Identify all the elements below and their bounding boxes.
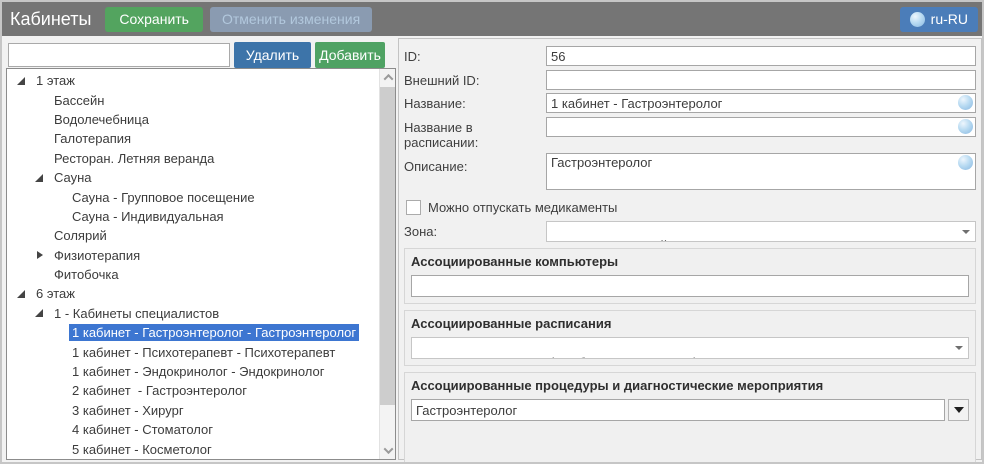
scroll-up-icon[interactable] xyxy=(380,69,396,86)
name-field[interactable] xyxy=(546,93,976,113)
save-button[interactable]: Сохранить xyxy=(105,7,203,32)
scrollbar-thumb[interactable] xyxy=(380,87,396,405)
dispense-meds-checkbox[interactable] xyxy=(406,200,421,215)
tree-item[interactable]: 3 кабинет - Хирург xyxy=(7,401,378,420)
tree-item-label: 3 кабинет - Хирург xyxy=(69,402,187,419)
tree-item-label: 4 кабинет - Стоматолог xyxy=(69,421,216,438)
tree-item[interactable]: Галотерапия xyxy=(7,129,378,148)
procedures-section: Ассоциированные процедуры и диагностичес… xyxy=(404,372,976,464)
tree-item-label: Ресторан. Летняя веранда xyxy=(51,150,217,167)
schedule-name-field[interactable] xyxy=(546,117,976,137)
tree-item[interactable]: 1 кабинет - Психотерапевт - Психотерапев… xyxy=(7,342,378,361)
schedules-value: Гастроэнтеролог (1 кабинет специалиста) xyxy=(445,355,698,359)
room-details-form: ID: Внешний ID: Название: Название в рас… xyxy=(398,38,982,460)
tree-item[interactable]: Сауна - Групповое посещение xyxy=(7,187,378,206)
procedures-section-title: Ассоциированные процедуры и диагностичес… xyxy=(411,378,969,393)
chevron-down-icon xyxy=(955,346,963,350)
cabinets-app: Кабинеты Сохранить Отменить изменения ru… xyxy=(0,0,984,464)
id-field[interactable] xyxy=(546,46,976,66)
external-id-label: Внешний ID: xyxy=(404,70,546,88)
tree-item-label: 2 кабинет - Гастроэнтеролог xyxy=(69,382,250,399)
dispense-meds-label: Можно отпускать медикаменты xyxy=(428,200,617,215)
scroll-down-icon[interactable] xyxy=(380,442,396,459)
translate-globe-icon[interactable] xyxy=(958,155,973,170)
schedules-section-title: Ассоциированные расписания xyxy=(411,316,969,331)
tree-item[interactable]: 1 этаж xyxy=(7,71,378,90)
procedures-field[interactable] xyxy=(411,399,945,421)
tree-item-label: 1 этаж xyxy=(33,72,78,89)
tree-item[interactable]: Водолечебница xyxy=(7,110,378,129)
tree-item[interactable]: 6 этаж xyxy=(7,284,378,303)
tree-item[interactable]: Физиотерапия xyxy=(7,246,378,265)
tree-expander-icon[interactable] xyxy=(15,77,33,85)
tree-item-label: Фитобочка xyxy=(51,266,122,283)
computers-field[interactable] xyxy=(411,275,969,297)
tree-expander-icon[interactable] xyxy=(15,290,33,298)
tree-item-label: Физиотерапия xyxy=(51,247,143,264)
computers-section-title: Ассоциированные компьютеры xyxy=(411,254,969,269)
external-id-field[interactable] xyxy=(546,70,976,90)
cancel-changes-button[interactable]: Отменить изменения xyxy=(210,7,372,32)
tree-item-label: Сауна - Групповое посещение xyxy=(69,189,258,206)
search-input[interactable] xyxy=(8,43,230,67)
translate-globe-icon[interactable] xyxy=(958,95,973,110)
translate-globe-icon[interactable] xyxy=(958,119,973,134)
tree-item[interactable]: Ресторан. Летняя веранда xyxy=(7,149,378,168)
description-field[interactable]: Гастроэнтеролог xyxy=(546,153,976,190)
tree-item-label: Бассейн xyxy=(51,92,107,109)
rooms-tree: 1 этаж Бассейн Водолечебница Галотерапия… xyxy=(7,71,378,459)
page-title: Кабинеты xyxy=(10,9,91,30)
locale-label: ru-RU xyxy=(931,11,968,27)
tree-item-label: 1 кабинет - Психотерапевт - Психотерапев… xyxy=(69,344,338,361)
delete-button[interactable]: Удалить xyxy=(234,42,311,68)
tree-item-label: Водолечебница xyxy=(51,111,152,128)
name-label: Название: xyxy=(404,93,546,111)
zone-value: центральный корпус xyxy=(587,238,715,242)
schedule-name-label: Название в расписании: xyxy=(404,117,546,150)
tree-item-label: 6 этаж xyxy=(33,285,78,302)
tree-item[interactable]: 1 кабинет - Эндокринолог - Эндокринолог xyxy=(7,362,378,381)
tree-item[interactable]: 1 - Кабинеты специалистов xyxy=(7,304,378,323)
tree-expander-icon[interactable] xyxy=(33,309,51,317)
chevron-down-icon xyxy=(962,230,970,234)
tree-item-label: 1 кабинет - Эндокринолог - Эндокринолог xyxy=(69,363,327,380)
zone-dropdown[interactable]: центральный корпус xyxy=(546,221,976,242)
rooms-tree-panel: 1 этаж Бассейн Водолечебница Галотерапия… xyxy=(6,68,396,460)
tree-item-label: Галотерапия xyxy=(51,130,134,147)
computers-section: Ассоциированные компьютеры xyxy=(404,248,976,304)
tree-item-label: 1 кабинет - Гастроэнтеролог - Гастроэнте… xyxy=(69,324,359,341)
tree-item[interactable]: Сауна - Индивидуальная xyxy=(7,207,378,226)
tree-expander-icon[interactable] xyxy=(33,174,51,182)
tree-item-label: 1 - Кабинеты специалистов xyxy=(51,305,222,322)
zone-label: Зона: xyxy=(404,221,546,239)
tree-toolbar: Удалить Добавить xyxy=(8,42,396,68)
tree-item[interactable]: 4 кабинет - Стоматолог xyxy=(7,420,378,439)
tree-item-label: Сауна xyxy=(51,169,95,186)
schedules-section: Ассоциированные расписания Гастроэнтерол… xyxy=(404,310,976,366)
tree-scrollbar[interactable] xyxy=(379,69,395,459)
add-button[interactable]: Добавить xyxy=(315,42,385,68)
globe-icon xyxy=(910,12,925,27)
tree-expander-icon[interactable] xyxy=(33,251,51,259)
tree-item-label: Сауна - Индивидуальная xyxy=(69,208,227,225)
top-bar: Кабинеты Сохранить Отменить изменения ru… xyxy=(2,2,982,36)
tree-item[interactable]: Бассейн xyxy=(7,90,378,109)
locale-button[interactable]: ru-RU xyxy=(900,7,978,32)
tree-item[interactable]: Сауна xyxy=(7,168,378,187)
tree-item[interactable]: 2 кабинет - Гастроэнтеролог xyxy=(7,381,378,400)
schedules-dropdown[interactable]: Гастроэнтеролог (1 кабинет специалиста) xyxy=(411,337,969,359)
tree-item[interactable]: Солярий xyxy=(7,226,378,245)
tree-item-label: 5 кабинет - Косметолог xyxy=(69,441,215,458)
tree-item[interactable]: Фитобочка xyxy=(7,265,378,284)
tree-item[interactable]: 1 кабинет - Гастроэнтеролог - Гастроэнте… xyxy=(7,323,378,342)
caret-down-icon xyxy=(954,407,964,413)
id-label: ID: xyxy=(404,46,546,64)
procedures-dropdown-button[interactable] xyxy=(948,399,969,421)
tree-item[interactable]: 5 кабинет - Косметолог xyxy=(7,439,378,458)
description-label: Описание: xyxy=(404,153,546,174)
tree-item-label: Солярий xyxy=(51,227,110,244)
